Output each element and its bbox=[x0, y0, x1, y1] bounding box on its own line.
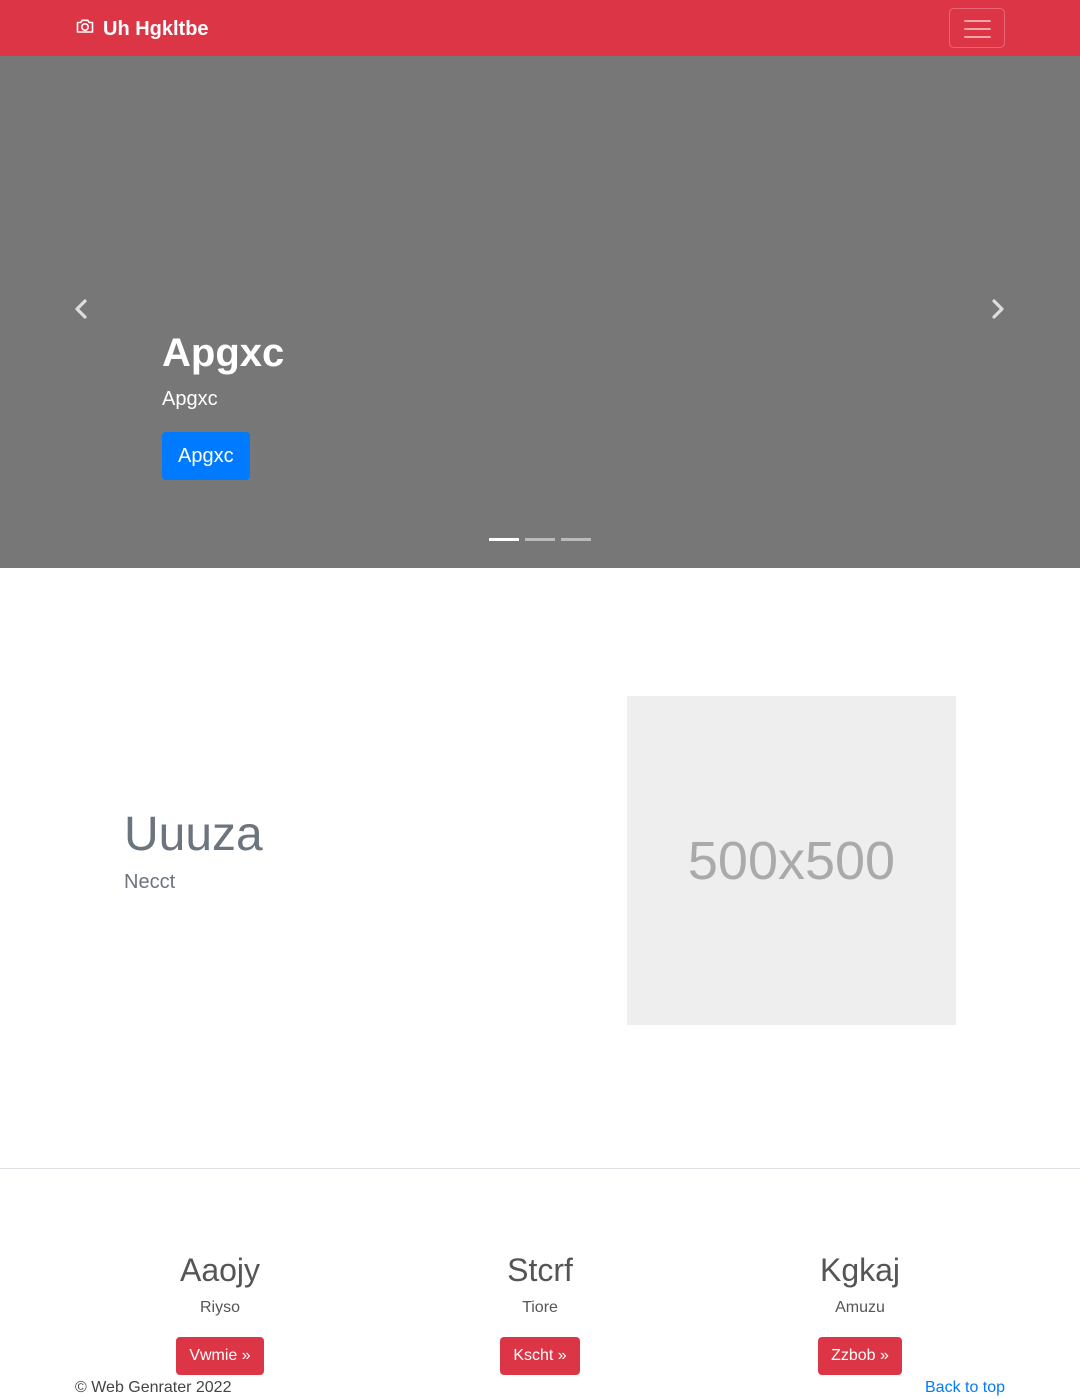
column-heading: Aaojy bbox=[179, 1252, 261, 1288]
chevron-left-icon bbox=[72, 298, 90, 325]
feature-heading: Uuuza bbox=[124, 808, 263, 861]
column-2: Stcrf Tiore Kscht » bbox=[380, 1250, 700, 1375]
carousel-title: Apgxc bbox=[162, 331, 285, 375]
carousel-indicators bbox=[489, 538, 591, 541]
column-heading: Kgkaj bbox=[819, 1252, 901, 1288]
column-button[interactable]: Kscht » bbox=[500, 1337, 580, 1375]
section-divider bbox=[0, 1168, 1080, 1169]
carousel-prev-button[interactable] bbox=[66, 296, 96, 326]
column-button[interactable]: Vwmie » bbox=[176, 1337, 264, 1375]
column-heading: Stcrf bbox=[507, 1252, 573, 1288]
brand-name: Uh Hgkltbe bbox=[103, 18, 209, 40]
column-text: Riyso bbox=[199, 1299, 240, 1316]
column-text: Tiore bbox=[522, 1299, 558, 1316]
carousel-cta-button[interactable]: Apgxc bbox=[162, 432, 250, 480]
carousel-indicator-1[interactable] bbox=[489, 538, 519, 541]
carousel-indicator-3[interactable] bbox=[561, 538, 591, 541]
footer-copyright: © Web Genrater 2022 bbox=[75, 1379, 232, 1396]
carousel-indicator-2[interactable] bbox=[525, 538, 555, 541]
feature-lead: Necct bbox=[124, 871, 176, 893]
brand-link[interactable]: Uh Hgkltbe bbox=[75, 16, 209, 42]
menu-toggle-button[interactable] bbox=[949, 8, 1005, 48]
column-button[interactable]: Zzbob » bbox=[818, 1337, 902, 1375]
carousel-subtitle: Apgxc bbox=[162, 388, 218, 410]
page: Uh Hgkltbe Apgxc Apgxc Apgxc Uuuza Necct… bbox=[0, 0, 1080, 1399]
column-text: Amuzu bbox=[835, 1299, 885, 1316]
carousel-caption: Apgxc Apgxc Apgxc bbox=[162, 329, 284, 480]
hero-carousel: Apgxc Apgxc Apgxc bbox=[0, 56, 1080, 568]
feature-image-placeholder: 500x500 bbox=[627, 696, 956, 1025]
navbar: Uh Hgkltbe bbox=[0, 0, 1080, 56]
back-to-top-link[interactable]: Back to top bbox=[925, 1378, 1005, 1398]
column-3: Kgkaj Amuzu Zzbob » bbox=[700, 1250, 1020, 1375]
chevron-right-icon bbox=[989, 298, 1007, 325]
column-1: Aaojy Riyso Vwmie » bbox=[60, 1250, 380, 1375]
carousel-next-button[interactable] bbox=[983, 296, 1013, 326]
camera-icon bbox=[75, 16, 95, 42]
placeholder-label: 500x500 bbox=[687, 830, 896, 891]
